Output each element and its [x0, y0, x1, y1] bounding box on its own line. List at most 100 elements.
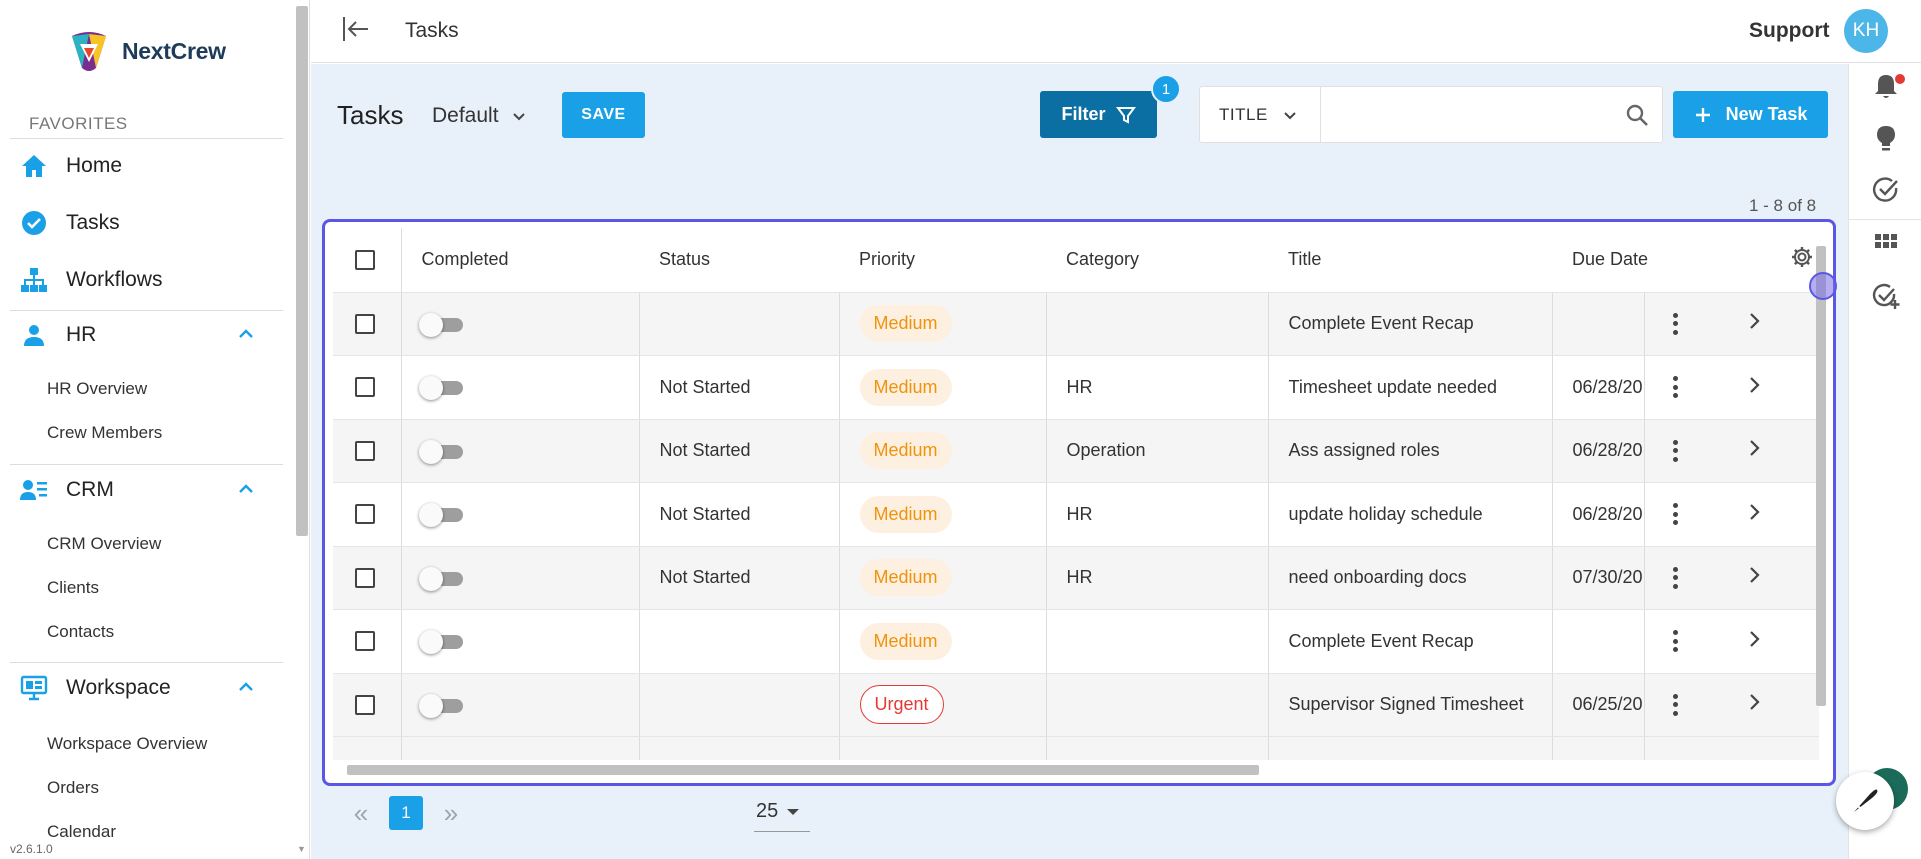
sidebar-item-workspace-overview[interactable]: Workspace Overview — [47, 734, 207, 754]
help-fab-button[interactable] — [1836, 772, 1894, 830]
collapse-sidebar-icon[interactable] — [341, 14, 371, 44]
resize-drag-handle[interactable] — [1809, 272, 1837, 300]
view-selector[interactable]: Default — [432, 104, 527, 128]
scroll-down-arrow-icon[interactable]: ▼ — [297, 844, 306, 854]
row-open-cell — [1706, 419, 1819, 483]
table-row[interactable]: Not Started Medium Operation Ass assigne… — [333, 419, 1819, 483]
current-page-button[interactable]: 1 — [389, 796, 423, 830]
sidebar-section-crm[interactable]: CRM — [20, 476, 114, 504]
kebab-menu-icon[interactable] — [1673, 630, 1679, 653]
sidebar-section-workspace[interactable]: Workspace — [20, 674, 171, 702]
table-row[interactable]: Urgent Supervisor Signed Timesheet 06/25… — [333, 673, 1819, 737]
row-open-cell — [1706, 609, 1819, 674]
sidebar-item-tasks[interactable]: Tasks — [20, 209, 120, 237]
column-header-completed[interactable]: Completed — [401, 228, 639, 293]
last-page-icon[interactable]: » — [431, 798, 471, 829]
chevron-up-icon[interactable] — [236, 479, 256, 499]
title-cell[interactable]: Supervisor Signed Timesheet — [1268, 673, 1553, 737]
add-task-icon[interactable] — [1872, 282, 1900, 310]
chevron-right-icon[interactable] — [1748, 438, 1762, 458]
completed-toggle[interactable] — [418, 376, 463, 401]
filter-button[interactable]: Filter — [1040, 91, 1157, 138]
kebab-menu-icon[interactable] — [1673, 376, 1679, 399]
kebab-menu-icon[interactable] — [1673, 566, 1679, 589]
apps-grid-icon[interactable] — [1872, 231, 1900, 259]
table-row[interactable]: Medium Complete Event Recap — [333, 292, 1819, 356]
kebab-menu-icon[interactable] — [1673, 312, 1679, 335]
column-header-priority[interactable]: Priority — [839, 228, 1046, 293]
lightbulb-icon[interactable] — [1872, 124, 1900, 152]
sidebar-item-workflows[interactable]: Workflows — [20, 266, 162, 294]
table-horizontal-scrollbar[interactable] — [335, 762, 1803, 778]
title-cell[interactable]: update holiday schedule — [1268, 482, 1553, 547]
kebab-menu-icon[interactable] — [1673, 439, 1679, 462]
title-cell[interactable]: need onboarding docs — [1268, 546, 1553, 610]
column-header-title[interactable]: Title — [1268, 228, 1552, 293]
sidebar-item-contacts[interactable]: Contacts — [47, 622, 114, 642]
sidebar-item-crew-members[interactable]: Crew Members — [47, 423, 162, 443]
user-avatar[interactable]: KH — [1844, 9, 1888, 53]
row-checkbox[interactable] — [355, 377, 375, 398]
chevron-right-icon[interactable] — [1748, 311, 1762, 331]
sidebar-scrollbar[interactable] — [296, 6, 308, 536]
row-checkbox[interactable] — [355, 313, 375, 334]
support-link[interactable]: Support — [1749, 19, 1829, 43]
chevron-right-icon[interactable] — [1748, 629, 1762, 649]
column-header-category[interactable]: Category — [1046, 228, 1268, 293]
row-checkbox[interactable] — [355, 631, 375, 652]
table-vertical-scrollbar[interactable] — [1813, 232, 1829, 762]
sidebar-item-calendar[interactable]: Calendar — [47, 822, 116, 842]
completed-toggle[interactable] — [418, 630, 463, 655]
app-version: v2.6.1.0 — [10, 842, 53, 856]
search-icon[interactable] — [1625, 103, 1649, 127]
horizontal-scroll-thumb[interactable] — [347, 765, 1259, 775]
row-checkbox[interactable] — [355, 694, 375, 715]
vertical-scroll-thumb[interactable] — [1816, 246, 1826, 706]
sidebar-item-clients[interactable]: Clients — [47, 578, 99, 598]
column-header-due-date[interactable]: Due Date — [1552, 228, 1706, 293]
title-cell[interactable]: Ass assigned roles — [1268, 419, 1553, 483]
sidebar-item-home[interactable]: Home — [20, 152, 122, 180]
title-cell[interactable]: Complete Event Recap — [1268, 609, 1553, 674]
table-row[interactable]: Not Started Medium HR need onboarding do… — [333, 546, 1819, 610]
row-checkbox[interactable] — [355, 567, 375, 588]
new-task-button[interactable]: New Task — [1673, 91, 1828, 138]
first-page-icon[interactable]: « — [341, 798, 381, 829]
completed-toggle[interactable] — [418, 312, 463, 337]
gear-icon[interactable] — [1790, 245, 1814, 269]
kebab-menu-icon[interactable] — [1673, 503, 1679, 526]
row-checkbox[interactable] — [355, 504, 375, 525]
title-cell[interactable]: Timesheet update needed — [1268, 355, 1553, 420]
row-select-cell — [333, 482, 402, 547]
page-size-select[interactable]: 25 — [754, 798, 811, 832]
chevron-right-icon[interactable] — [1748, 502, 1762, 522]
search-field-select[interactable]: TITLE — [1200, 87, 1321, 142]
chevron-right-icon[interactable] — [1748, 565, 1762, 585]
tasks-table-viewport: Completed Status Priority Category Title… — [333, 228, 1819, 760]
chevron-up-icon[interactable] — [236, 677, 256, 697]
chevron-up-icon[interactable] — [236, 324, 256, 344]
rail-divider — [1849, 219, 1921, 220]
title-cell[interactable]: Complete Event Recap — [1268, 292, 1553, 356]
app-logo[interactable]: NextCrew — [66, 28, 226, 74]
completed-toggle[interactable] — [418, 566, 463, 591]
search-input[interactable] — [1330, 97, 1610, 132]
save-view-button[interactable]: SAVE — [562, 92, 645, 138]
select-all-checkbox[interactable] — [355, 249, 375, 270]
table-row[interactable]: Not Started Medium HR update holiday sch… — [333, 482, 1819, 547]
row-checkbox[interactable] — [355, 440, 375, 461]
chevron-right-icon[interactable] — [1748, 692, 1762, 712]
completed-toggle[interactable] — [418, 503, 463, 528]
completed-toggle[interactable] — [418, 693, 463, 718]
completed-toggle[interactable] — [418, 439, 463, 464]
sidebar-item-hr-overview[interactable]: HR Overview — [47, 379, 147, 399]
sidebar-item-orders[interactable]: Orders — [47, 778, 99, 798]
kebab-menu-icon[interactable] — [1673, 693, 1679, 716]
chevron-right-icon[interactable] — [1748, 375, 1762, 395]
table-row[interactable]: Medium Complete Event Recap — [333, 609, 1819, 674]
sidebar-section-hr[interactable]: HR — [20, 321, 96, 349]
task-check-icon[interactable] — [1872, 176, 1900, 204]
table-row[interactable]: Not Started Medium HR Timesheet update n… — [333, 355, 1819, 420]
column-header-status[interactable]: Status — [639, 228, 839, 293]
sidebar-item-crm-overview[interactable]: CRM Overview — [47, 534, 161, 554]
